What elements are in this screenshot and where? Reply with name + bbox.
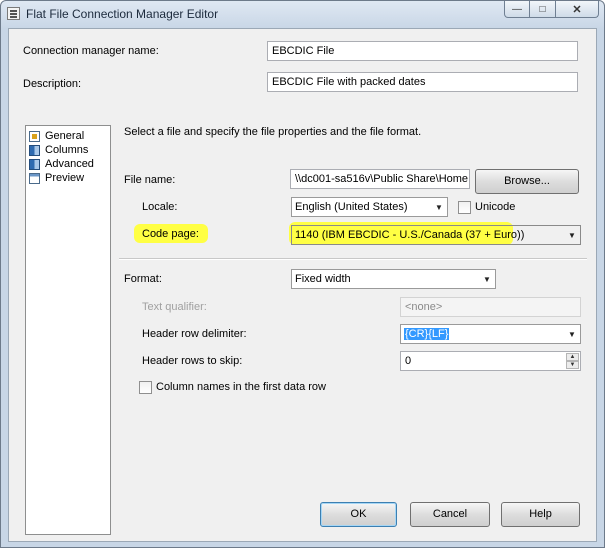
code-page-value: 1140 (IBM EBCDIC - U.S./Canada (37 + Eur… [295,229,525,241]
minimize-icon: — [512,3,522,15]
maximize-button[interactable]: □ [530,1,556,18]
header-rows-to-skip-stepper[interactable]: 0 ▲ ▼ [400,351,581,371]
chevron-down-icon: ▼ [435,203,443,212]
ok-button[interactable]: OK [320,502,397,527]
close-button[interactable]: ✕ [556,1,599,18]
header-row-delimiter-label: Header row delimiter: [142,328,247,340]
columns-icon [29,144,40,156]
spin-buttons[interactable]: ▲ ▼ [566,353,579,369]
maximize-icon: □ [539,3,546,15]
file-name-input[interactable]: \\dc001-sa516v\Public Share\Home Di [290,169,470,189]
connection-name-input[interactable]: EBCDIC File [267,41,578,61]
code-page-dropdown[interactable]: 1140 (IBM EBCDIC - U.S./Canada (37 + Eur… [291,225,581,245]
connection-name-label: Connection manager name: [23,45,159,57]
close-icon: ✕ [572,3,582,16]
code-page-label: Code page: [142,228,199,240]
advanced-icon [29,158,40,170]
column-names-checkbox[interactable] [139,381,152,394]
nav-item-advanced[interactable]: Advanced [29,157,94,171]
chevron-down-icon: ▼ [483,275,491,284]
locale-dropdown[interactable]: English (United States) ▼ [291,197,448,217]
format-dropdown[interactable]: Fixed width ▼ [291,269,496,289]
file-name-label: File name: [124,174,176,186]
locale-value: English (United States) [295,201,408,213]
description-label: Description: [23,78,82,90]
unicode-label: Unicode [475,201,516,213]
locale-label: Locale: [142,201,178,213]
header-row-delimiter-dropdown[interactable]: {CR}{LF} ▼ [400,324,581,344]
nav-item-preview[interactable]: Preview [29,171,84,185]
header-rows-to-skip-value: 0 [405,355,412,367]
window-title: Flat File Connection Manager Editor [26,7,219,21]
nav-item-label: General [45,130,85,142]
minimize-button[interactable]: — [504,1,530,18]
nav-item-general[interactable]: General [29,129,84,143]
nav-item-label: Advanced [45,158,94,170]
dialog-window: Flat File Connection Manager Editor — □ … [0,0,605,548]
cancel-button[interactable]: Cancel [410,502,490,527]
page-list: General Columns Advanced Preview [25,125,111,535]
nav-item-label: Columns [45,144,89,156]
text-qualifier-label: Text qualifier: [142,301,207,313]
title-bar[interactable]: Flat File Connection Manager Editor — □ … [1,1,604,27]
preview-icon [29,172,40,184]
window-controls: — □ ✕ [504,1,599,19]
help-button[interactable]: Help [501,502,580,527]
browse-button[interactable]: Browse... [475,169,579,194]
column-names-label: Column names in the first data row [156,381,326,393]
header-rows-to-skip-label: Header rows to skip: [142,355,243,367]
format-value: Fixed width [295,273,351,285]
spin-up-icon[interactable]: ▲ [566,353,579,361]
nav-item-columns[interactable]: Columns [29,143,88,157]
spin-down-icon[interactable]: ▼ [566,361,579,369]
header-row-delimiter-value: {CR}{LF} [404,328,450,340]
chevron-down-icon: ▼ [568,231,576,240]
nav-item-label: Preview [45,172,85,184]
chevron-down-icon: ▼ [568,330,576,339]
section-divider [119,258,587,260]
format-label: Format: [124,273,162,285]
text-qualifier-input: <none> [400,297,581,317]
description-input[interactable]: EBCDIC File with packed dates [267,72,578,92]
unicode-checkbox[interactable] [458,201,471,214]
app-icon [7,7,20,20]
general-icon [29,130,40,142]
dialog-client: Connection manager name: EBCDIC File Des… [8,28,597,542]
instruction-text: Select a file and specify the file prope… [124,126,422,138]
